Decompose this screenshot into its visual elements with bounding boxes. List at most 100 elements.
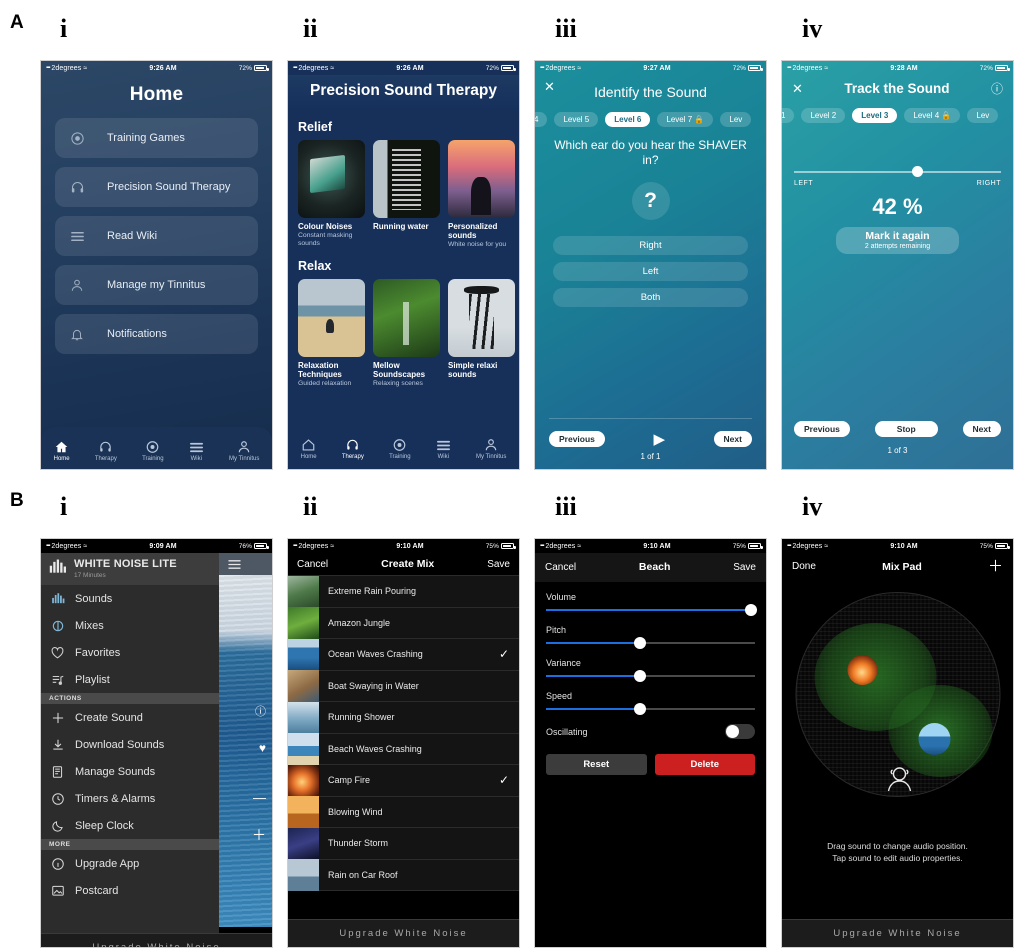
sidebar-item-favorites[interactable]: Favorites	[41, 639, 219, 666]
therapy-card-mellow-soundscapes[interactable]: Mellow Soundscapes Relaxing scenes	[373, 278, 440, 389]
slider-knob[interactable]	[634, 669, 647, 682]
close-icon[interactable]: ✕	[792, 82, 803, 95]
minus-icon[interactable]: —	[253, 790, 266, 805]
therapy-card-colour-noises[interactable]: Colour Noises Constant masking sounds	[298, 140, 365, 250]
upgrade-banner[interactable]: Upgrade White Noise	[41, 933, 272, 947]
sidebar-item-postcard[interactable]: Postcard	[41, 877, 219, 904]
menu-item-notifications[interactable]: Notifications	[55, 314, 258, 354]
therapy-card-running-water[interactable]: Running water	[373, 140, 440, 250]
sidebar-item-timers-and-alarms[interactable]: Timers & Alarms	[41, 785, 219, 812]
next-button[interactable]: Next	[962, 421, 1001, 437]
sidebar-item-create-sound[interactable]: Create Sound	[41, 704, 219, 731]
slider-knob[interactable]	[634, 636, 647, 649]
level-pill-6-selected[interactable]: Level 6	[605, 112, 651, 127]
ocean-node[interactable]	[918, 723, 950, 755]
pad-field[interactable]	[795, 592, 1000, 797]
plus-icon[interactable]: ＋	[252, 825, 266, 845]
level-pill-4-locked[interactable]: Level 4 🔒	[904, 108, 961, 123]
level-pill-5[interactable]: Level 5	[554, 112, 599, 127]
sidebar-item-manage-sounds[interactable]: Manage Sounds	[41, 758, 219, 785]
list-item[interactable]: Thunder Storm	[288, 827, 519, 860]
upgrade-banner[interactable]: Upgrade White Noise	[288, 919, 519, 947]
list-item-selected[interactable]: Ocean Waves Crashing ✓	[288, 638, 519, 671]
camp-fire-node[interactable]	[847, 655, 877, 685]
sidebar-item-sleep-clock[interactable]: Sleep Clock	[41, 812, 219, 839]
nav-tab-my-tinnitus[interactable]: My Tinnitus	[229, 440, 259, 462]
list-item[interactable]: Extreme Rain Pouring	[288, 575, 519, 608]
menu-item-read-wiki[interactable]: Read Wiki	[55, 216, 258, 256]
nav-tab-training[interactable]: Training	[389, 438, 411, 460]
list-item[interactable]: Running Shower	[288, 701, 519, 734]
sidebar-item-sounds[interactable]: Sounds	[41, 585, 219, 612]
sidebar-item-download-sounds[interactable]: Download Sounds	[41, 731, 219, 758]
plus-icon[interactable]: ＋	[988, 559, 1003, 574]
cancel-button[interactable]: Cancel	[545, 562, 576, 573]
answer-option-both[interactable]: Both	[553, 288, 748, 307]
list-item[interactable]: Beach Waves Crashing	[288, 733, 519, 765]
therapy-card-relaxation-techniques[interactable]: Relaxation Techniques Guided relaxation	[298, 278, 365, 389]
list-item[interactable]: Rain on Car Roof	[288, 859, 519, 891]
previous-button[interactable]: Previous	[794, 421, 850, 437]
cancel-button[interactable]: Cancel	[297, 559, 328, 570]
oscillating-toggle[interactable]	[725, 724, 755, 739]
slider-volume[interactable]	[546, 603, 757, 616]
info-icon[interactable]: ⓘ	[991, 83, 1003, 95]
level-pill-8[interactable]: Lev	[720, 112, 752, 127]
level-selector[interactable]: 1 Level 2 Level 3 Level 4 🔒 Lev	[782, 108, 1013, 123]
sidebar-item-upgrade-app[interactable]: Upgrade App	[41, 850, 219, 877]
app-timer-label: 17 Minutes	[74, 571, 106, 579]
previous-button[interactable]: Previous	[549, 431, 605, 447]
slider-pitch[interactable]	[546, 636, 755, 649]
save-button[interactable]: Save	[487, 559, 510, 570]
list-item-selected[interactable]: Camp Fire ✓	[288, 764, 519, 797]
menu-item-precision-sound-therapy[interactable]: Precision Sound Therapy	[55, 167, 258, 207]
pan-slider[interactable]: LEFT RIGHT	[782, 166, 1013, 187]
mix-pad-canvas[interactable]	[782, 584, 1013, 836]
heart-icon[interactable]: ♥	[259, 741, 266, 755]
play-icon[interactable]: ▶	[653, 432, 665, 447]
nav-tab-wiki[interactable]: Wiki	[436, 439, 451, 460]
reset-button[interactable]: Reset	[546, 754, 647, 775]
mark-it-again-button[interactable]: Mark it again 2 attempts remaining	[836, 227, 959, 254]
done-button[interactable]: Done	[792, 561, 816, 572]
level-pill-2[interactable]: Level 2	[801, 108, 846, 123]
nav-tab-therapy[interactable]: Therapy	[95, 440, 117, 462]
list-item[interactable]: Amazon Jungle	[288, 607, 519, 639]
nav-tab-therapy[interactable]: Therapy	[342, 438, 364, 460]
upgrade-banner[interactable]: Upgrade White Noise	[782, 919, 1013, 947]
list-item[interactable]: Blowing Wind	[288, 796, 519, 828]
menu-item-training-games[interactable]: Training Games	[55, 118, 258, 158]
next-button[interactable]: Next	[713, 431, 752, 447]
slider-knob[interactable]	[634, 702, 647, 715]
nav-tab-my-tinnitus[interactable]: My Tinnitus	[476, 438, 506, 460]
therapy-card-simple-relaxing-sounds[interactable]: Simple relaxi sounds	[448, 278, 515, 389]
info-circle-icon[interactable]: ⓘ	[255, 703, 266, 719]
level-pill-1[interactable]: 1	[782, 108, 795, 123]
level-pill-5[interactable]: Lev	[967, 108, 999, 123]
slider-knob[interactable]	[911, 166, 923, 177]
navigation-bar: Done Mix Pad ＋	[782, 553, 1013, 580]
answer-option-right[interactable]: Right	[553, 236, 748, 255]
list-item[interactable]: Boat Swaying in Water	[288, 670, 519, 702]
level-pill-4[interactable]: 4	[535, 112, 548, 127]
slider-variance[interactable]	[546, 669, 755, 682]
hamburger-icon[interactable]	[219, 553, 272, 575]
therapy-card-personalized-sounds[interactable]: Personalized sounds White noise for you	[448, 140, 515, 250]
slider-track[interactable]	[794, 166, 1001, 177]
menu-item-manage-my-tinnitus[interactable]: Manage my Tinnitus	[55, 265, 258, 305]
slider-speed[interactable]	[546, 702, 755, 715]
nav-tab-training[interactable]: Training	[142, 440, 164, 462]
stop-button[interactable]: Stop	[874, 421, 938, 437]
delete-button[interactable]: Delete	[654, 754, 755, 775]
sidebar-item-mixes[interactable]: Mixes	[41, 612, 219, 639]
level-pill-7-locked[interactable]: Level 7 🔒	[657, 112, 714, 127]
answer-option-left[interactable]: Left	[553, 262, 748, 281]
level-selector[interactable]: 4 Level 5 Level 6 Level 7 🔒 Lev	[535, 112, 766, 127]
nav-tab-home[interactable]: Home	[54, 440, 70, 462]
sidebar-item-playlist[interactable]: Playlist	[41, 666, 219, 693]
save-button[interactable]: Save	[733, 562, 756, 573]
level-pill-3-selected[interactable]: Level 3	[852, 108, 898, 123]
nav-tab-home[interactable]: Home	[301, 438, 317, 460]
slider-knob[interactable]	[744, 603, 757, 616]
nav-tab-wiki[interactable]: Wiki	[189, 441, 204, 462]
